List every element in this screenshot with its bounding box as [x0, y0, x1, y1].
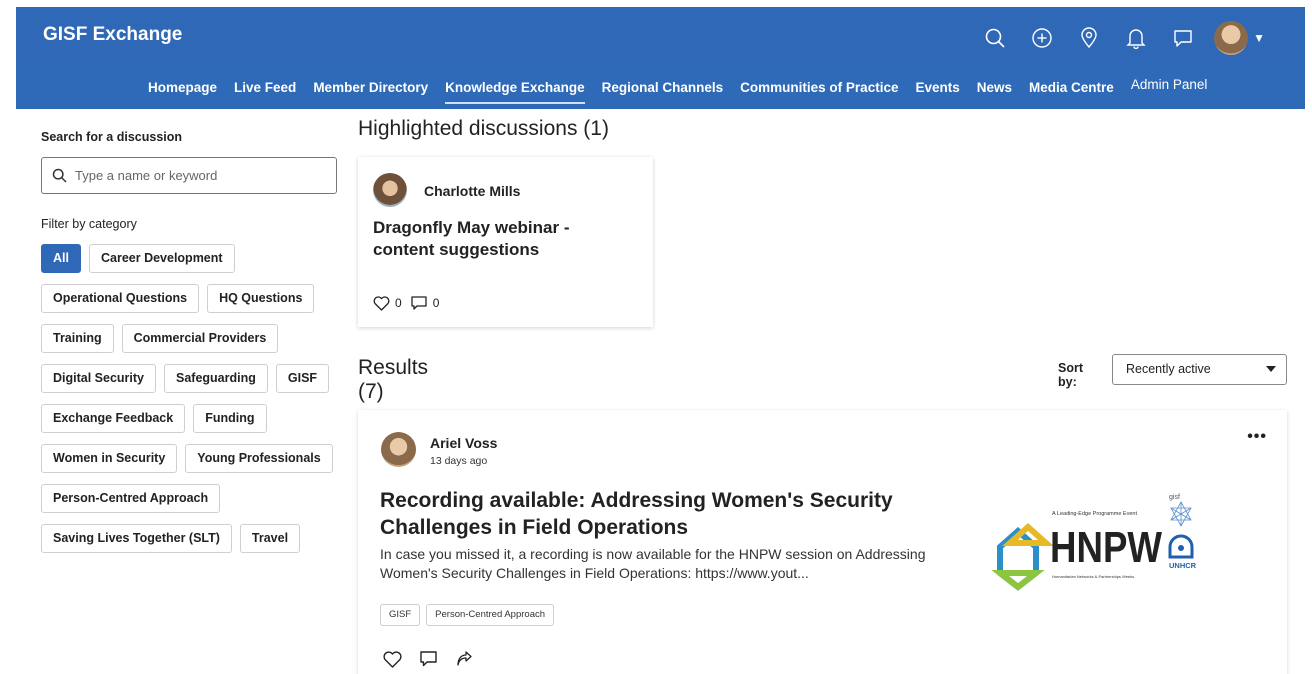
chip-career-development[interactable]: Career Development: [88, 244, 235, 273]
chip-safeguarding[interactable]: Safeguarding: [164, 364, 268, 393]
chip-young-professionals[interactable]: Young Professionals: [185, 444, 333, 473]
tag-list: GISF Person-Centred Approach: [380, 604, 555, 626]
search-box[interactable]: [41, 157, 337, 194]
results-heading: Results (7): [358, 356, 429, 403]
event-subtitle: Humanitarian Networks & Partnerships Wee…: [1052, 574, 1134, 579]
search-input[interactable]: [75, 168, 315, 183]
chat-icon[interactable]: [1167, 22, 1199, 54]
chevron-down-icon: [1266, 366, 1276, 372]
search-icon: [52, 168, 67, 183]
more-options-icon[interactable]: •••: [1247, 428, 1267, 446]
chip-operational-questions[interactable]: Operational Questions: [41, 284, 200, 313]
chip-hq-questions[interactable]: HQ Questions: [207, 284, 315, 313]
chip-training[interactable]: Training: [41, 324, 114, 353]
result-card[interactable]: Ariel Voss 13 days ago ••• Recording ava…: [358, 410, 1287, 674]
nav-communities-of-practice[interactable]: Communities of Practice: [740, 80, 898, 95]
avatar[interactable]: [373, 173, 407, 207]
nav-regional-channels[interactable]: Regional Channels: [602, 80, 724, 95]
header-actions: ▼: [979, 21, 1265, 55]
location-icon[interactable]: [1073, 22, 1105, 54]
comment-icon[interactable]: [419, 650, 438, 668]
nav-homepage[interactable]: Homepage: [148, 80, 217, 95]
discussion-title[interactable]: Dragonfly May webinar - content suggesti…: [373, 217, 633, 261]
main-nav: Homepage Live Feed Member Directory Know…: [16, 67, 1305, 109]
tag-person-centred-approach[interactable]: Person-Centred Approach: [426, 604, 555, 626]
discussion-stats: 0 0: [373, 295, 439, 311]
heart-icon[interactable]: [383, 650, 402, 668]
sort-value: Recently active: [1126, 362, 1211, 376]
chip-gisf[interactable]: GISF: [275, 364, 330, 393]
chip-saving-lives-together[interactable]: Saving Lives Together (SLT): [41, 524, 232, 553]
chip-travel[interactable]: Travel: [239, 524, 301, 553]
nav-media-centre[interactable]: Media Centre: [1029, 80, 1114, 95]
event-logo: A Leading-Edge Programme Event HNPW Huma…: [988, 485, 1238, 600]
chip-exchange-feedback[interactable]: Exchange Feedback: [41, 404, 186, 433]
like-count: 0: [395, 296, 402, 310]
bell-icon[interactable]: [1120, 22, 1152, 54]
comment-icon[interactable]: [410, 295, 428, 311]
avatar[interactable]: [1214, 21, 1249, 55]
highlighted-card[interactable]: Charlotte Mills Dragonfly May webinar - …: [358, 157, 653, 327]
nav-events[interactable]: Events: [915, 80, 959, 95]
unhcr-logo-text: UNHCR: [1169, 561, 1197, 570]
post-time: 13 days ago: [430, 455, 488, 467]
nav-knowledge-exchange[interactable]: Knowledge Exchange: [445, 80, 585, 104]
filter-label: Filter by category: [41, 217, 137, 231]
tag-gisf[interactable]: GISF: [380, 604, 421, 626]
avatar[interactable]: [381, 432, 416, 467]
nav-member-directory[interactable]: Member Directory: [313, 80, 428, 95]
comment-count: 0: [432, 296, 440, 310]
gisf-logo-text: gisf: [1169, 494, 1180, 501]
heart-icon[interactable]: [373, 295, 390, 311]
filter-sidebar: Search for a discussion Filter by catego…: [41, 130, 341, 553]
search-icon[interactable]: [979, 22, 1011, 54]
chip-women-in-security[interactable]: Women in Security: [41, 444, 178, 473]
search-label: Search for a discussion: [41, 130, 183, 144]
highlighted-heading: Highlighted discussions (1): [358, 117, 609, 140]
chip-funding[interactable]: Funding: [193, 404, 267, 433]
top-bar: GISF Exchange ▼: [16, 7, 1305, 67]
event-label: A Leading-Edge Programme Event: [1052, 511, 1137, 517]
discussion-excerpt: In case you missed it, a recording is no…: [380, 546, 926, 581]
nav-news[interactable]: News: [977, 80, 1012, 95]
chip-digital-security[interactable]: Digital Security: [41, 364, 156, 393]
sort-select[interactable]: Recently active: [1112, 354, 1287, 385]
sort-label: Sort by:: [1058, 361, 1083, 389]
author-name[interactable]: Charlotte Mills: [424, 183, 520, 199]
chip-commercial-providers[interactable]: Commercial Providers: [121, 324, 279, 353]
category-chips: All Career Development Operational Quest…: [41, 244, 341, 553]
chip-all[interactable]: All: [41, 244, 81, 273]
chip-person-centred-approach[interactable]: Person-Centred Approach: [41, 484, 221, 513]
brand-logo[interactable]: GISF Exchange: [43, 24, 182, 46]
add-icon[interactable]: [1026, 22, 1058, 54]
share-icon[interactable]: [455, 651, 473, 667]
caret-down-icon[interactable]: ▼: [1253, 31, 1265, 45]
author-name[interactable]: Ariel Voss: [430, 435, 497, 451]
discussion-title[interactable]: Recording available: Addressing Women's …: [380, 487, 960, 541]
nav-admin-panel[interactable]: Admin Panel: [1131, 77, 1208, 95]
nav-live-feed[interactable]: Live Feed: [234, 80, 296, 95]
event-name: HNPW: [1050, 523, 1162, 572]
post-actions: [383, 650, 473, 668]
